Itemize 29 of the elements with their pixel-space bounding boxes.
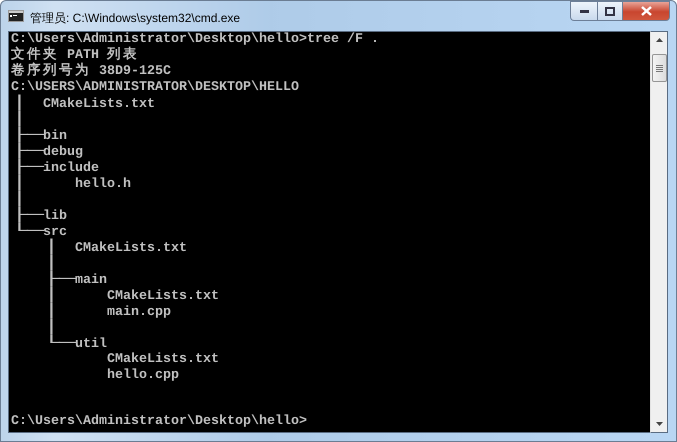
console-line: │ (11, 112, 27, 127)
console-line: 文件夹 PATH 列表 (11, 48, 138, 63)
console-line: │ (42, 320, 59, 335)
console-line: │ main.cpp (42, 304, 171, 320)
console-line: │ CMakeLists.txt (11, 96, 155, 112)
console-line: │ CMakeLists.txt (42, 240, 187, 256)
close-icon (640, 6, 652, 16)
scrollbar[interactable] (650, 31, 668, 433)
console-line: │ (42, 256, 59, 271)
maximize-icon (605, 6, 615, 16)
minimize-icon (580, 10, 588, 12)
console-line: hello.cpp (106, 368, 179, 384)
scroll-thumb[interactable] (652, 54, 666, 82)
window-title: 管理员: C:\Windows\system32\cmd.exe (30, 10, 240, 27)
console-line: │ (11, 192, 27, 207)
maximize-button[interactable] (597, 1, 623, 21)
console-line: │ CMakeLists.txt (42, 288, 219, 304)
console-line: CMakeLists.txt (106, 352, 219, 368)
console-icon (8, 10, 24, 22)
console-line: C:\Users\Administrator\Desktop\hello> (11, 414, 307, 430)
console-line: │ hello.h (11, 176, 131, 192)
grip-icon (656, 64, 662, 72)
scroll-up-icon[interactable] (656, 38, 662, 42)
console-line: C:\Users\Administrator\Desktop\hello>tree /F . (11, 32, 379, 47)
close-button[interactable] (623, 1, 670, 21)
console-line: 卷序列号为 38D9-125C (11, 64, 171, 80)
scroll-down-icon[interactable] (656, 422, 662, 426)
minimize-button[interactable] (570, 1, 597, 21)
console-line: C:\USERS\ADMINISTRATOR\DESKTOP\HELLO (11, 80, 299, 95)
